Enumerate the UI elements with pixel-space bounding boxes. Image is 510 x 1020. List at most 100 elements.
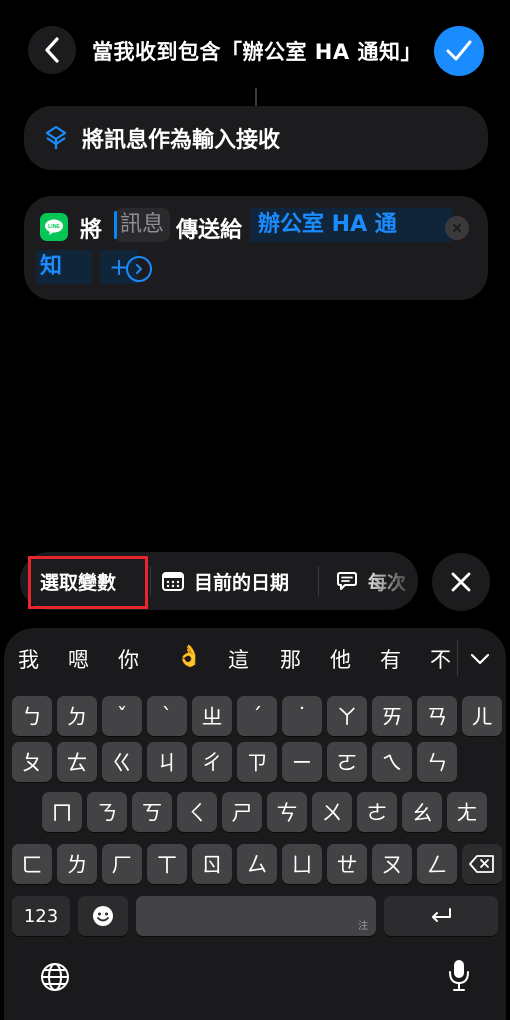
shortcuts-input-icon (45, 125, 67, 149)
clear-button[interactable] (445, 216, 469, 240)
send-prefix-label: 將 (80, 218, 103, 243)
zhuyin-key[interactable]: ㄒ (147, 844, 187, 884)
line-app-icon: LINE (40, 213, 68, 241)
dictation-key[interactable] (448, 958, 470, 996)
close-icon (451, 572, 471, 592)
recipient-token[interactable]: 辦公室 HA 通 (250, 208, 452, 242)
return-icon (432, 908, 451, 922)
zhuyin-key[interactable]: ㄇ (42, 792, 82, 832)
candidate-word[interactable]: 你 (118, 644, 139, 674)
zhuyin-key[interactable]: ㄊ (57, 742, 97, 782)
zhuyin-key[interactable]: ㄚ (327, 696, 367, 736)
space-key[interactable]: 注 (136, 896, 376, 936)
zhuyin-key[interactable]: ㄏ (102, 844, 142, 884)
text-cursor (114, 211, 117, 239)
zhuyin-keyboard: 我嗯你 👌 這 那他有不 ㄅㄉ ˇ ˋ ㄓ ˊ ˙ ㄚㄞㄢㄦㄆㄊㄍㄐㄔㄗㄧㄛㄟㄣㄇㄋㄎㄑㄕㄘㄨㄜㄠ… (4, 628, 506, 1020)
zhuyin-key[interactable]: ㄗ (237, 742, 277, 782)
emoji-icon (93, 906, 113, 926)
zhuyin-key[interactable]: ㄦ (462, 696, 502, 736)
zhuyin-key[interactable]: ˊ (237, 696, 277, 736)
checkmark-icon (446, 40, 472, 61)
zhuyin-key[interactable]: ㄓ (192, 696, 232, 736)
candidate-word[interactable]: 這 (228, 644, 249, 674)
message-bubble-icon (337, 572, 357, 590)
fade-overlay (360, 552, 418, 610)
delete-key[interactable] (462, 844, 502, 884)
zhuyin-key[interactable]: ㄑ (177, 792, 217, 832)
zhuyin-key[interactable]: ㄣ (417, 742, 457, 782)
numbers-key[interactable]: 123 (12, 896, 70, 936)
emoji-key[interactable] (78, 896, 128, 936)
zhuyin-key[interactable]: ㄋ (87, 792, 127, 832)
shortcut-title[interactable]: 當我收到包含「辦公室 HA 通知」… (92, 36, 422, 66)
zhuyin-key[interactable]: ㄖ (192, 844, 232, 884)
send-message-action[interactable]: LINE 將 訊息 傳送給 辦公室 HA 通 知 + (24, 196, 488, 300)
zhuyin-key[interactable]: ㄞ (372, 696, 412, 736)
backspace-icon (469, 855, 494, 873)
globe-icon (41, 963, 69, 991)
zhuyin-key[interactable]: ㄠ (402, 792, 442, 832)
zhuyin-key[interactable]: ㄢ (417, 696, 457, 736)
candidate-word[interactable]: 不 (430, 644, 451, 674)
zhuyin-key[interactable]: ㄩ (282, 844, 322, 884)
divider (318, 566, 319, 596)
zhuyin-key[interactable]: ㄙ (237, 844, 277, 884)
zhuyin-key[interactable]: ˋ (147, 696, 187, 736)
zhuyin-key[interactable]: ㄤ (447, 792, 487, 832)
zhuyin-key[interactable]: ㄍ (102, 742, 142, 782)
zhuyin-key[interactable]: ㄎ (132, 792, 172, 832)
zhuyin-key[interactable]: ㄛ (327, 742, 367, 782)
svg-text:LINE: LINE (48, 224, 60, 230)
zhuyin-key[interactable]: ㄡ (372, 844, 412, 884)
return-key[interactable] (384, 896, 498, 936)
candidate-word[interactable]: 我 (18, 644, 39, 674)
zhuyin-key[interactable]: ㄘ (267, 792, 307, 832)
chevron-down-icon (470, 653, 490, 665)
zhuyin-key[interactable]: ㄐ (147, 742, 187, 782)
divider (150, 566, 151, 596)
close-small-icon (453, 224, 461, 232)
zhuyin-key[interactable]: ㄈ (12, 844, 52, 884)
current-date-label: 目前的日期 (194, 571, 290, 594)
zhuyin-key[interactable]: ㄉ (57, 696, 97, 736)
zhuyin-key[interactable]: ㄜ (357, 792, 397, 832)
chevron-right-icon (136, 264, 142, 274)
annotation-highlight (28, 556, 148, 609)
zhuyin-key[interactable]: ㄟ (372, 742, 412, 782)
zhuyin-key[interactable]: ˇ (102, 696, 142, 736)
zhuyin-key[interactable]: ㄆ (12, 742, 52, 782)
candidate-word[interactable]: 👌 (176, 644, 202, 669)
message-variable-token[interactable]: 訊息 (114, 208, 171, 242)
candidate-word[interactable]: 那 (280, 644, 301, 674)
microphone-icon (449, 960, 469, 991)
zhuyin-key[interactable]: ㄨ (312, 792, 352, 832)
candidate-word[interactable]: 嗯 (68, 644, 89, 674)
receive-input-action[interactable]: 將訊息作為輸入接收 (24, 106, 488, 170)
calendar-icon (162, 572, 184, 591)
receive-input-label: 將訊息作為輸入接收 (82, 128, 281, 153)
zhuyin-key[interactable]: ㄔ (192, 742, 232, 782)
zhuyin-key[interactable]: ㄥ (417, 844, 457, 884)
zhuyin-key[interactable]: ㄕ (222, 792, 262, 832)
divider (457, 640, 458, 676)
zhuyin-key[interactable]: ㄝ (327, 844, 367, 884)
current-date-button[interactable]: 目前的日期 (162, 552, 289, 610)
candidate-word[interactable]: 有 (380, 644, 401, 674)
zhuyin-key[interactable]: ㄅ (12, 696, 52, 736)
expand-candidates-button[interactable] (470, 650, 490, 669)
zhuyin-key[interactable]: ㄧ (282, 742, 322, 782)
close-variable-bar-button[interactable] (432, 553, 490, 611)
zhuyin-key[interactable]: ˙ (282, 696, 322, 736)
numbers-key-label: 123 (23, 905, 59, 927)
flow-connector (255, 88, 257, 106)
send-to-label: 傳送給 (176, 218, 243, 243)
recipient-token-continued[interactable]: 知 (36, 250, 92, 284)
done-button[interactable] (434, 26, 484, 76)
space-key-hint: 注 (358, 921, 368, 932)
zhuyin-key[interactable]: ㄌ (57, 844, 97, 884)
chevron-left-icon (45, 37, 59, 63)
back-button[interactable] (28, 26, 76, 74)
candidate-word[interactable]: 他 (330, 644, 351, 674)
globe-key[interactable] (40, 962, 70, 996)
show-more-button[interactable] (126, 256, 152, 282)
